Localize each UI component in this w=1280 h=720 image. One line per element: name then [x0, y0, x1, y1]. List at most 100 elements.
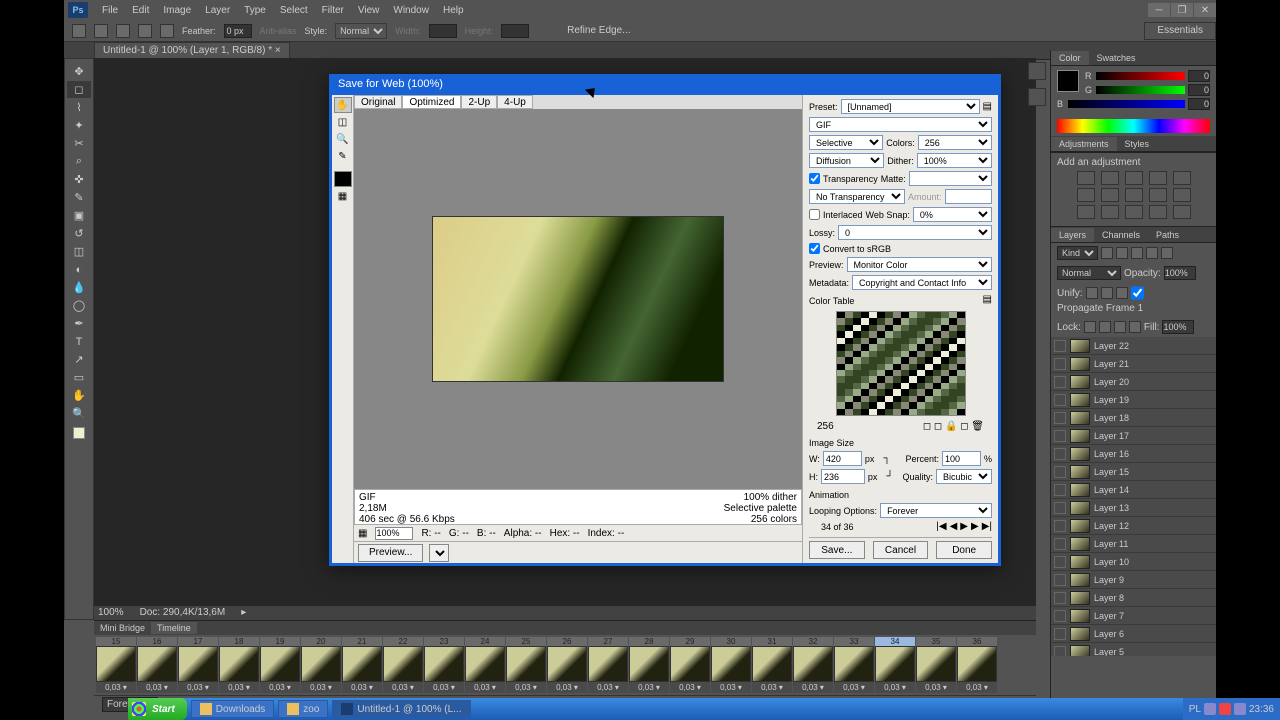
tray-icon[interactable]: [1219, 703, 1231, 715]
adj-thresh[interactable]: [1125, 205, 1143, 219]
timeline-frame[interactable]: 330,03 ▾: [834, 637, 874, 693]
layer-row[interactable]: Layer 21: [1051, 355, 1216, 373]
fill-input[interactable]: [1162, 320, 1194, 334]
filter-kind[interactable]: Kind: [1057, 246, 1098, 260]
frame-delay[interactable]: 0,03 ▾: [957, 682, 997, 693]
lasso-tool[interactable]: ⌇: [67, 99, 91, 116]
transparency-check[interactable]: [809, 173, 820, 184]
filter-adj[interactable]: [1116, 247, 1128, 259]
b-input[interactable]: [1188, 98, 1210, 110]
document-tab[interactable]: Untitled-1 @ 100% (Layer 1, RGB/8) * ×: [94, 42, 290, 59]
preset-select[interactable]: [Unnamed]: [841, 99, 980, 114]
heal-tool[interactable]: ✜: [67, 171, 91, 188]
tab-timeline[interactable]: Timeline: [151, 622, 197, 634]
timeline-frame[interactable]: 280,03 ▾: [629, 637, 669, 693]
visibility-icon[interactable]: [1054, 646, 1066, 657]
visibility-icon[interactable]: [1054, 538, 1066, 550]
adj-levels[interactable]: [1101, 171, 1119, 185]
frame-delay[interactable]: 0,03 ▾: [178, 682, 218, 693]
timeline-frame[interactable]: 350,03 ▾: [916, 637, 956, 693]
blur-tool[interactable]: 💧: [67, 279, 91, 296]
visibility-icon[interactable]: [1054, 340, 1066, 352]
move-tool[interactable]: ✥: [67, 63, 91, 80]
adj-lut[interactable]: [1173, 188, 1191, 202]
filter-pixel[interactable]: [1101, 247, 1113, 259]
zoom-tool[interactable]: 🔍: [67, 405, 91, 422]
pen-tool[interactable]: ✒: [67, 315, 91, 332]
visibility-icon[interactable]: [1054, 430, 1066, 442]
visibility-icon[interactable]: [1054, 448, 1066, 460]
tab-2up[interactable]: 2-Up: [461, 95, 497, 109]
color-table[interactable]: [836, 311, 966, 416]
loop-select-sfw[interactable]: Forever: [880, 503, 992, 518]
layer-row[interactable]: Layer 7: [1051, 607, 1216, 625]
sfw-slice-tool[interactable]: ◫: [334, 114, 352, 130]
menu-help[interactable]: Help: [437, 3, 470, 18]
color-cell[interactable]: [885, 409, 893, 415]
shape-tool[interactable]: ▭: [67, 369, 91, 386]
path-tool[interactable]: ↗: [67, 351, 91, 368]
cancel-button[interactable]: Cancel: [873, 541, 929, 559]
tab-adjustments[interactable]: Adjustments: [1051, 137, 1117, 151]
wand-tool[interactable]: ✦: [67, 117, 91, 134]
frame-delay[interactable]: 0,03 ▾: [916, 682, 956, 693]
lock-all[interactable]: [1129, 321, 1141, 333]
visibility-icon[interactable]: [1054, 412, 1066, 424]
history-icon[interactable]: [1028, 62, 1046, 80]
color-cell[interactable]: [861, 409, 869, 415]
visibility-icon[interactable]: [1054, 520, 1066, 532]
sfw-hand-tool[interactable]: ✋: [334, 97, 352, 113]
bg-color[interactable]: [80, 434, 92, 446]
color-cell[interactable]: [957, 409, 965, 415]
dither-value[interactable]: 100%: [917, 153, 992, 168]
frame-delay[interactable]: 0,03 ▾: [465, 682, 505, 693]
tab-paths[interactable]: Paths: [1148, 228, 1187, 242]
colors-select[interactable]: 256: [918, 135, 992, 150]
tray-icon[interactable]: [1204, 703, 1216, 715]
timeline-frame[interactable]: 170,03 ▾: [178, 637, 218, 693]
color-cell[interactable]: [853, 409, 861, 415]
color-swatch[interactable]: [1057, 70, 1079, 92]
g-input[interactable]: [1188, 84, 1210, 96]
layer-row[interactable]: Layer 5: [1051, 643, 1216, 656]
sfw-view-toggle[interactable]: ▦: [358, 528, 367, 539]
tray-lang[interactable]: PL: [1189, 704, 1201, 715]
timeline-frame[interactable]: 230,03 ▾: [424, 637, 464, 693]
layer-row[interactable]: Layer 19: [1051, 391, 1216, 409]
tab-layers[interactable]: Layers: [1051, 228, 1094, 242]
brush-tool[interactable]: ✎: [67, 189, 91, 206]
frame-delay[interactable]: 0,03 ▾: [588, 682, 628, 693]
anim-next[interactable]: ▶: [971, 521, 979, 532]
frame-delay[interactable]: 0,03 ▾: [547, 682, 587, 693]
percent-input[interactable]: [942, 451, 981, 466]
layer-row[interactable]: Layer 18: [1051, 409, 1216, 427]
adj-poster[interactable]: [1101, 205, 1119, 219]
frame-delay[interactable]: 0,03 ▾: [96, 682, 136, 693]
adj-curves[interactable]: [1125, 171, 1143, 185]
timeline-frame[interactable]: 180,03 ▾: [219, 637, 259, 693]
menu-file[interactable]: File: [96, 3, 124, 18]
sel-int[interactable]: [160, 24, 174, 38]
tab-styles[interactable]: Styles: [1117, 137, 1158, 151]
adj-gmap[interactable]: [1149, 205, 1167, 219]
refine-edge-button[interactable]: Refine Edge...: [567, 25, 630, 36]
frame-delay[interactable]: 0,03 ▾: [383, 682, 423, 693]
adj-selcol[interactable]: [1173, 205, 1191, 219]
frame-delay[interactable]: 0,03 ▾: [670, 682, 710, 693]
status-arrow[interactable]: ▸: [241, 607, 246, 619]
visibility-icon[interactable]: [1054, 628, 1066, 640]
adj-bw[interactable]: [1101, 188, 1119, 202]
unify-style[interactable]: [1116, 287, 1128, 299]
format-select[interactable]: GIF: [809, 117, 992, 132]
frame-delay[interactable]: 0,03 ▾: [301, 682, 341, 693]
timeline-frame[interactable]: 290,03 ▾: [670, 637, 710, 693]
adj-invert[interactable]: [1077, 205, 1095, 219]
h-input[interactable]: [821, 469, 865, 484]
preset-menu-icon[interactable]: ▤: [983, 101, 992, 112]
visibility-icon[interactable]: [1054, 502, 1066, 514]
layer-row[interactable]: Layer 17: [1051, 427, 1216, 445]
color-cell[interactable]: [893, 409, 901, 415]
layer-row[interactable]: Layer 12: [1051, 517, 1216, 535]
done-button[interactable]: Done: [936, 541, 992, 559]
menu-edit[interactable]: Edit: [126, 3, 155, 18]
